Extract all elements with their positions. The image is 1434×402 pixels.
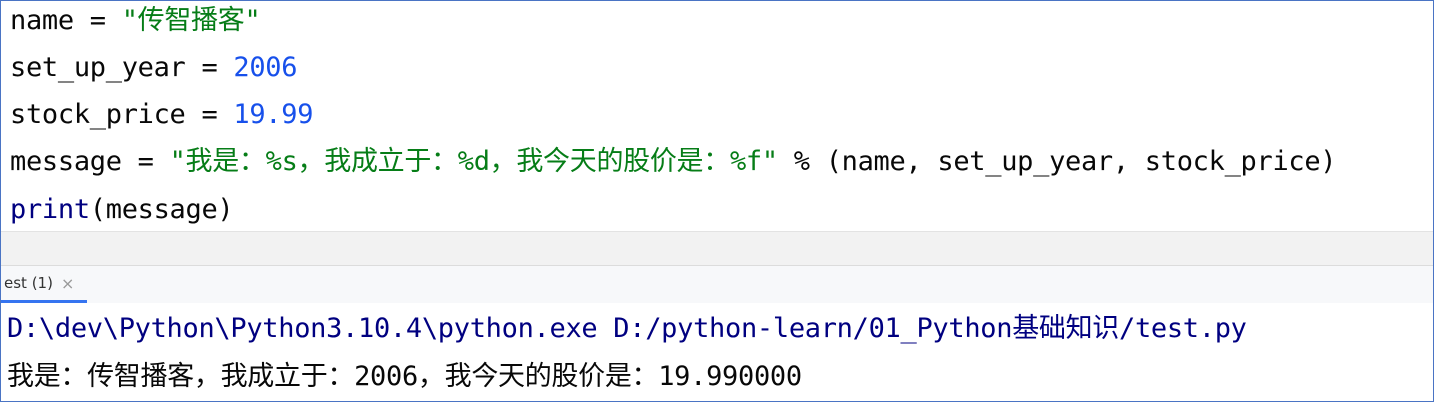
- number-literal: 2006: [233, 52, 298, 83]
- call-args: (message): [89, 194, 234, 225]
- builtin-print: print: [10, 194, 90, 225]
- assign-operator: =: [73, 5, 122, 36]
- console-output-line: 我是：传智播客，我成立于：2006，我今天的股价是：19.990000: [7, 361, 802, 392]
- format-args: % (name, set_up_year, stock_price): [777, 146, 1337, 177]
- run-console[interactable]: D:\dev\Python\Python3.10.4\python.exe D:…: [1, 303, 1433, 401]
- ide-window: name = "传智播客" set_up_year = 2006 stock_p…: [0, 0, 1434, 402]
- code-line-5[interactable]: print(message): [10, 190, 234, 230]
- close-icon[interactable]: ×: [61, 274, 74, 293]
- string-literal: "传智播客": [121, 5, 261, 36]
- run-tool-window-tabbar: est (1) ×: [1, 265, 1433, 304]
- assign-operator: =: [121, 146, 170, 177]
- number-literal: 19.99: [233, 99, 314, 130]
- code-editor[interactable]: name = "传智播客" set_up_year = 2006 stock_p…: [1, 1, 1433, 231]
- console-command-line: D:\dev\Python\Python3.10.4\python.exe D:…: [7, 313, 1247, 344]
- code-line-3[interactable]: stock_price = 19.99: [10, 95, 313, 135]
- format-string-literal: "我是：%s，我成立于：%d，我今天的股价是：%f": [169, 146, 779, 177]
- identifier-stock-price: stock_price: [10, 99, 186, 130]
- assign-operator: =: [185, 52, 234, 83]
- code-line-2[interactable]: set_up_year = 2006: [10, 48, 298, 88]
- code-line-1[interactable]: name = "传智播客": [10, 1, 261, 41]
- identifier-name: name: [10, 5, 74, 36]
- assign-operator: =: [185, 99, 234, 130]
- identifier-set-up-year: set_up_year: [10, 52, 186, 83]
- code-line-4[interactable]: message = "我是：%s，我成立于：%d，我今天的股价是：%f" % (…: [10, 142, 1337, 182]
- run-tab-test[interactable]: est (1) ×: [1, 266, 87, 303]
- identifier-message: message: [10, 146, 122, 177]
- editor-bottom-gutter: [1, 231, 1433, 266]
- run-tab-label: est (1): [4, 274, 53, 292]
